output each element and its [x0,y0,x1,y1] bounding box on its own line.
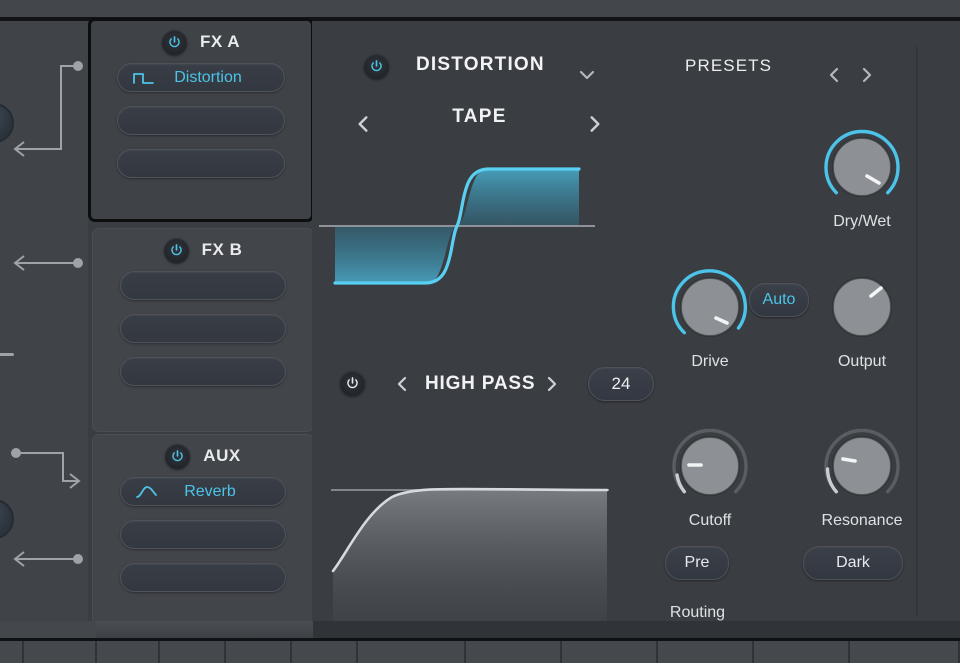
power-button-module[interactable] [364,54,389,79]
power-icon [170,449,185,464]
bottom-tab[interactable] [466,641,562,663]
top-chrome-strip [0,0,960,17]
panel-header-fx-a: FX A [91,21,311,63]
chevron-left-icon[interactable] [824,65,844,85]
filter-curve-display[interactable] [317,461,612,631]
curve-fill-negative [335,226,457,283]
chevron-right-icon[interactable] [542,373,562,395]
power-icon [369,59,384,74]
filter-value-field[interactable]: 24 [588,367,654,401]
routing-node-1 [73,61,83,71]
routing-caption: Routing [655,604,740,622]
auto-toggle-button[interactable]: Auto [749,283,809,317]
knob-resonance-dial[interactable] [819,423,905,509]
bottom-tab[interactable] [850,641,960,663]
power-icon [345,376,360,391]
bottom-chrome-strip [0,621,960,642]
distortion-curve-chart [317,126,597,326]
knob-drive[interactable]: Drive [655,264,765,371]
bottom-tab[interactable] [226,641,292,663]
knob-output-dial[interactable] [819,264,905,350]
bottom-tab[interactable] [160,641,226,663]
filter-curve-chart [317,461,612,631]
routing-path-1 [16,66,78,149]
slot-fx-a-3[interactable] [117,149,285,178]
knob-drive-dial[interactable] [667,264,753,350]
slot-fx-a-1[interactable]: Distortion [117,63,285,92]
chevron-left-icon[interactable] [392,373,412,395]
editor-header: DISTORTION PRESETS [312,21,960,79]
bottom-tab-bar[interactable] [0,641,960,663]
bottom-tab[interactable] [24,641,97,663]
knob-dry-wet-dial[interactable] [819,124,905,210]
power-button-fx-b[interactable] [164,238,189,263]
knob-drive-label: Drive [655,353,765,371]
routing-node-2 [73,258,83,268]
slot-aux-2[interactable] [120,520,286,549]
module-editor: DISTORTION PRESETS TAPE [312,21,960,621]
knob-cutoff-label: Cutoff [655,512,765,530]
knob-resonance[interactable]: Resonance [807,423,917,530]
tone-mode-button[interactable]: Dark [803,546,903,580]
distortion-curve-display[interactable] [317,126,597,326]
routing-column [0,21,88,621]
knob-output-label: Output [807,353,917,371]
power-button-filter[interactable] [340,371,365,396]
presets-label[interactable]: PRESETS [685,56,772,76]
bottom-tab[interactable] [0,641,24,663]
panel-header-fx-b: FX B [93,229,313,271]
knob-pointer [843,459,855,461]
curve-fill-positive [457,169,579,226]
knob-cutoff[interactable]: Cutoff [655,423,765,530]
bottom-tab[interactable] [292,641,358,663]
routing-mode-button[interactable]: Pre [665,546,729,580]
routing-node-3 [11,448,21,458]
panel-title-aux: AUX [203,446,240,466]
routing-diagram [0,21,88,621]
knob-output[interactable]: Output [807,264,917,371]
offscreen-slot-edge [0,353,14,356]
slot-fx-b-3[interactable] [120,357,286,386]
filter-selector-row: HIGH PASS 24 [332,364,652,404]
slot-fx-a-2[interactable] [117,106,285,135]
algorithm-name: TAPE [332,106,627,128]
chevron-down-icon[interactable] [577,65,597,85]
chevron-right-icon[interactable] [857,65,877,85]
rack-panel-fx-b[interactable]: FX B [92,228,314,432]
slot-aux-3[interactable] [120,563,286,592]
bottom-tab[interactable] [562,641,658,663]
rack-panel-aux[interactable]: AUX Reverb [92,434,314,638]
bottom-left-block [0,621,313,638]
routing-path-3 [16,453,78,481]
rack-panel-fx-a[interactable]: FX A Distortion [88,18,314,222]
routing-node-4 [73,554,83,564]
filter-name: HIGH PASS [425,373,535,395]
bottom-left-sheen [96,621,313,638]
knob-resonance-label: Resonance [807,512,917,530]
power-icon [169,243,184,258]
bottom-tab[interactable] [754,641,850,663]
arc-curve-icon [135,484,159,500]
panel-title-fx-a: FX A [200,32,240,52]
power-button-fx-a[interactable] [162,30,187,55]
bottom-tab[interactable] [97,641,160,663]
knob-cutoff-dial[interactable] [667,423,753,509]
power-icon [167,35,182,50]
slot-fx-b-2[interactable] [120,314,286,343]
knob-dry-wet[interactable]: Dry/Wet [807,124,917,231]
slot-aux-1[interactable]: Reverb [120,477,286,506]
panel-title-fx-b: FX B [202,240,243,260]
power-button-aux[interactable] [165,444,190,469]
slot-fx-b-1[interactable] [120,271,286,300]
bottom-tab[interactable] [358,641,466,663]
square-wave-icon [132,70,156,86]
bottom-tab[interactable] [658,641,754,663]
panel-header-aux: AUX [93,435,313,477]
knob-dry-wet-label: Dry/Wet [807,213,917,231]
module-title: DISTORTION [416,54,545,76]
